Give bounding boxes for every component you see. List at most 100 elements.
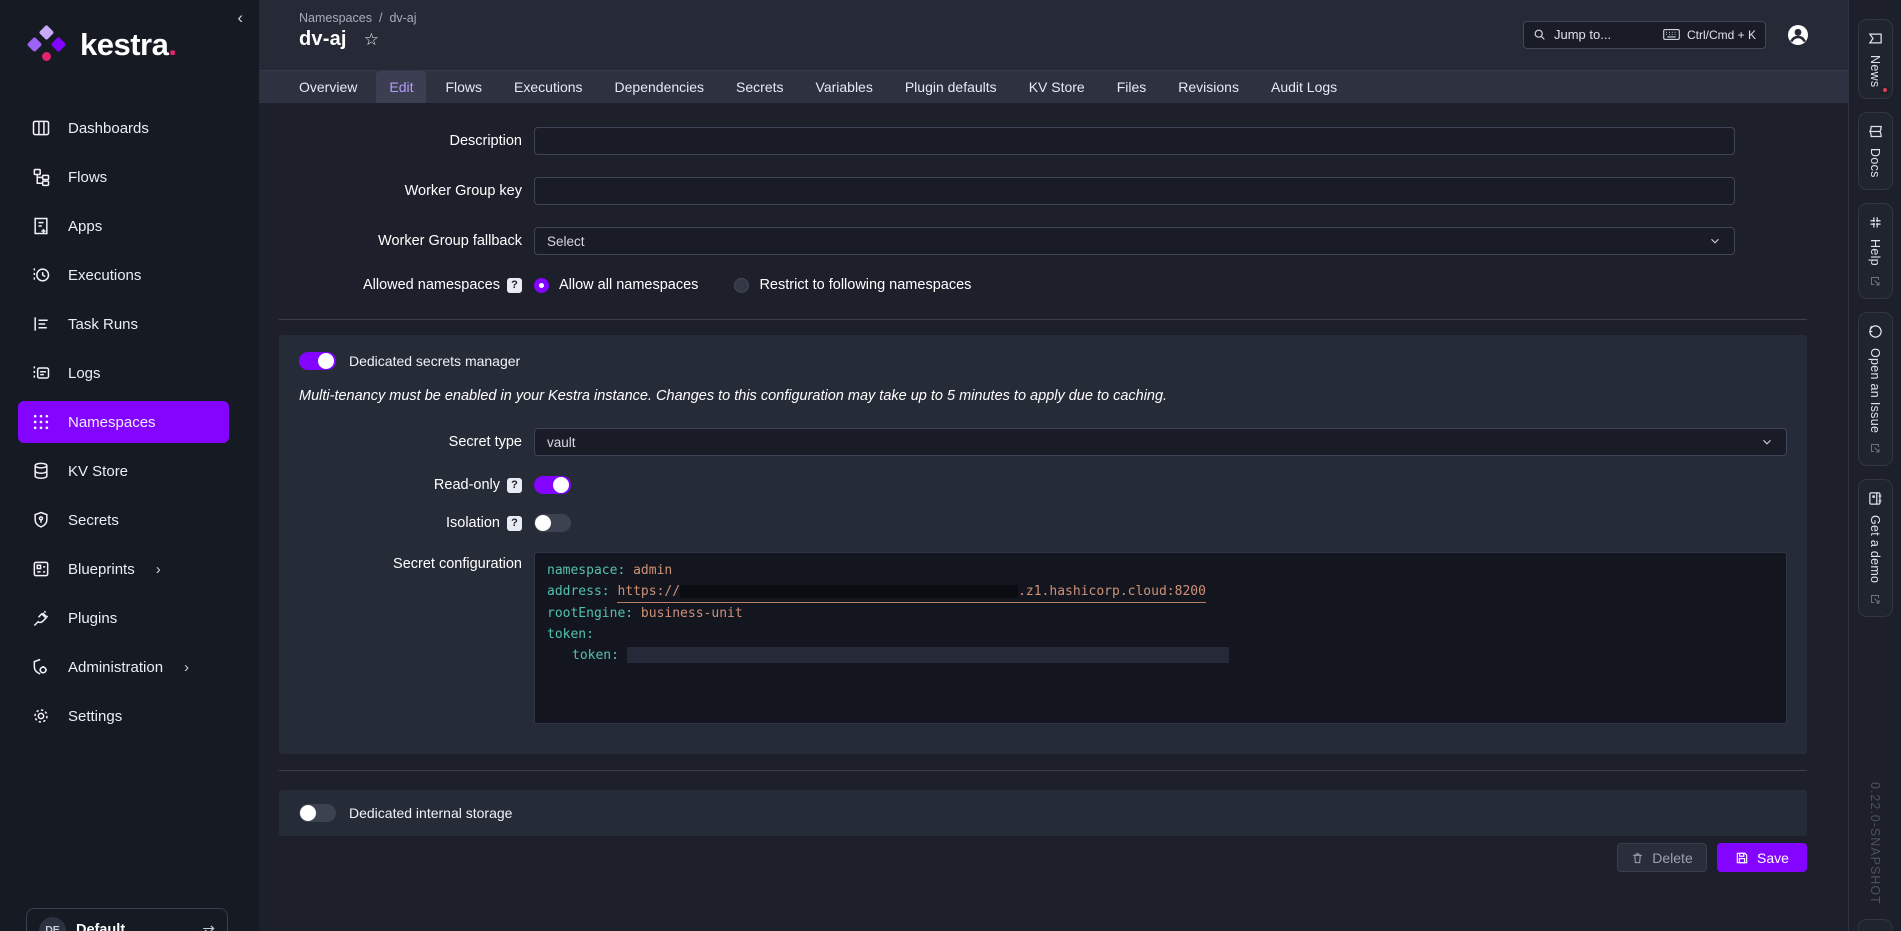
sidebar-nav: Dashboards Flows Apps Executions Task Ru… — [0, 107, 259, 737]
isolation-toggle[interactable] — [534, 514, 571, 532]
redacted-value — [627, 647, 1229, 663]
apps-icon — [31, 216, 51, 236]
tenant-switcher[interactable]: DE Default ⇄ — [26, 908, 228, 931]
footer-actions: Delete Save — [279, 836, 1807, 872]
sidebar-item-label: Apps — [68, 218, 102, 235]
help-icon[interactable]: ? — [507, 478, 522, 493]
sidebar-item-administration[interactable]: Administration › — [18, 646, 229, 688]
sidebar-item-apps[interactable]: Apps — [18, 205, 229, 247]
rail-label: Get a demo — [1868, 515, 1882, 583]
read-only-label: Read-only ? — [299, 477, 534, 493]
help-button[interactable]: Help — [1858, 203, 1893, 299]
radio-restrict-namespaces[interactable]: Restrict to following namespaces — [734, 277, 971, 293]
kv-store-icon — [31, 461, 51, 481]
allowed-namespaces-options: Allow all namespaces Restrict to followi… — [534, 277, 971, 293]
sidebar-item-secrets[interactable]: Secrets — [18, 499, 229, 541]
code-line: token: — [547, 624, 1774, 645]
section-divider — [279, 319, 1807, 320]
sidebar-item-task-runs[interactable]: Task Runs — [18, 303, 229, 345]
main: Namespaces / dv-aj dv-aj ☆ Jump to... Ct… — [259, 0, 1848, 931]
save-button[interactable]: Save — [1717, 843, 1807, 872]
read-only-toggle[interactable] — [534, 476, 571, 494]
news-button[interactable]: News — [1858, 19, 1893, 99]
delete-button[interactable]: Delete — [1617, 843, 1707, 872]
dedicated-secrets-manager-label: Dedicated secrets manager — [349, 353, 520, 369]
secret-type-select[interactable]: vault — [534, 428, 1787, 456]
tab-edit[interactable]: Edit — [376, 71, 426, 103]
rail-partial-button[interactable] — [1858, 919, 1893, 931]
sidebar-item-flows[interactable]: Flows — [18, 156, 229, 198]
tab-overview[interactable]: Overview — [286, 71, 370, 103]
jump-to-search[interactable]: Jump to... Ctrl/Cmd + K — [1523, 21, 1766, 49]
code-line: rootEngine: business-unit — [547, 603, 1774, 624]
sidebar-item-dashboards[interactable]: Dashboards — [18, 107, 229, 149]
dedicated-internal-storage-card: Dedicated internal storage — [279, 790, 1807, 836]
dedicated-internal-storage-toggle[interactable] — [299, 804, 336, 822]
blueprints-icon — [31, 559, 51, 579]
sidebar-item-namespaces[interactable]: Namespaces — [18, 401, 229, 443]
tab-kv-store[interactable]: KV Store — [1016, 71, 1098, 103]
tab-executions[interactable]: Executions — [501, 71, 595, 103]
flows-icon — [31, 167, 51, 187]
sidebar-item-label: Settings — [68, 708, 122, 725]
topbar: Namespaces / dv-aj dv-aj ☆ Jump to... Ct… — [259, 0, 1848, 70]
select-value: vault — [547, 435, 1760, 450]
sidebar-item-label: KV Store — [68, 463, 128, 480]
breadcrumb-current: dv-aj — [389, 11, 416, 25]
breadcrumb-namespaces[interactable]: Namespaces — [299, 11, 372, 25]
sidebar-item-label: Task Runs — [68, 316, 138, 333]
external-link-icon — [1869, 275, 1881, 287]
sidebar-item-blueprints[interactable]: Blueprints › — [18, 548, 229, 590]
tab-revisions[interactable]: Revisions — [1165, 71, 1252, 103]
sidebar-item-settings[interactable]: Settings — [18, 695, 229, 737]
description-label: Description — [279, 133, 534, 149]
favorite-star-icon[interactable]: ☆ — [364, 30, 379, 50]
help-icon[interactable]: ? — [507, 516, 522, 531]
sidebar-item-executions[interactable]: Executions — [18, 254, 229, 296]
tab-variables[interactable]: Variables — [803, 71, 886, 103]
chevron-down-icon — [1708, 234, 1722, 248]
code-line: address: https://.z1.hashicorp.cloud:820… — [547, 581, 1774, 603]
tenant-avatar: DE — [39, 917, 66, 931]
worker-group-fallback-select[interactable]: Select — [534, 227, 1735, 255]
dedicated-secrets-manager-toggle[interactable] — [299, 352, 336, 370]
docs-icon — [1868, 124, 1883, 139]
user-avatar-icon[interactable] — [1786, 23, 1810, 47]
secret-configuration-editor[interactable]: namespace: admin address: https://.z1.ha… — [534, 552, 1787, 724]
tenant-name: Default — [76, 922, 192, 931]
sidebar-item-label: Blueprints — [68, 561, 135, 578]
edit-form-content: Description Worker Group key Worker Grou… — [259, 103, 1848, 931]
settings-icon — [31, 706, 51, 726]
slack-icon — [1868, 215, 1883, 230]
tab-plugin-defaults[interactable]: Plugin defaults — [892, 71, 1010, 103]
tab-files[interactable]: Files — [1104, 71, 1160, 103]
worker-group-key-input[interactable] — [534, 177, 1735, 205]
administration-icon — [31, 657, 51, 677]
chevron-right-icon: › — [156, 561, 161, 578]
kestra-logo-icon — [28, 25, 68, 65]
open-an-issue-button[interactable]: Open an Issue — [1858, 312, 1893, 466]
tab-flows[interactable]: Flows — [432, 71, 495, 103]
multi-tenancy-note: Multi-tenancy must be enabled in your Ke… — [299, 388, 1787, 404]
sidebar-collapse-icon[interactable]: ‹ — [237, 8, 243, 28]
description-input[interactable] — [534, 127, 1735, 155]
allowed-namespaces-label: Allowed namespaces ? — [279, 277, 534, 293]
help-icon[interactable]: ? — [507, 278, 522, 293]
radio-label: Allow all namespaces — [559, 277, 698, 293]
sidebar-item-logs[interactable]: Logs — [18, 352, 229, 394]
radio-allow-all-namespaces[interactable]: Allow all namespaces — [534, 277, 698, 293]
save-icon — [1735, 851, 1749, 865]
dashboards-icon — [31, 118, 51, 138]
docs-button[interactable]: Docs — [1858, 112, 1893, 190]
tab-dependencies[interactable]: Dependencies — [602, 71, 718, 103]
get-a-demo-button[interactable]: Get a demo — [1858, 479, 1893, 616]
tab-secrets[interactable]: Secrets — [723, 71, 796, 103]
search-icon — [1533, 28, 1546, 41]
sidebar-item-kv-store[interactable]: KV Store — [18, 450, 229, 492]
kestra-logo[interactable]: kestra. — [0, 0, 259, 65]
tab-audit-logs[interactable]: Audit Logs — [1258, 71, 1350, 103]
sidebar-item-label: Secrets — [68, 512, 119, 529]
trash-icon — [1631, 851, 1644, 865]
external-link-icon — [1869, 442, 1881, 454]
sidebar-item-plugins[interactable]: Plugins — [18, 597, 229, 639]
